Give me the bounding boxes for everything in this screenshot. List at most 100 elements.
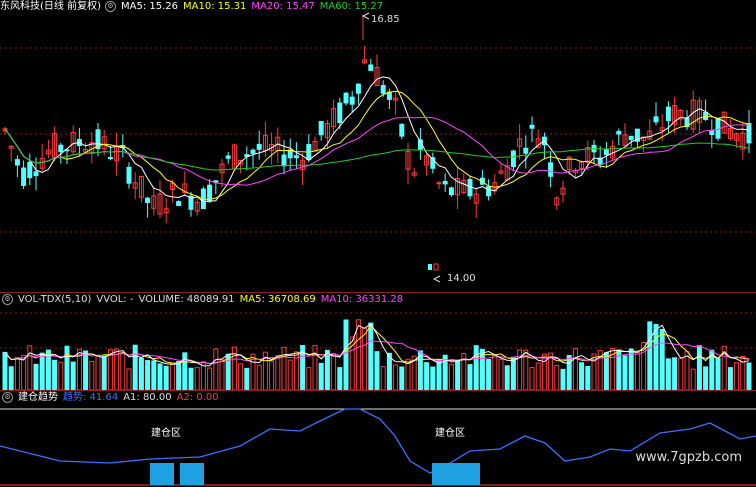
- candlestick: [14, 159, 20, 166]
- volume-bar: [659, 328, 665, 390]
- volume-bar: [554, 364, 560, 390]
- volume-bar: [504, 365, 510, 390]
- volume-bar: [510, 356, 516, 390]
- volume-bar: [362, 327, 368, 390]
- volume-readout: VOLUME: 48089.91: [138, 294, 235, 305]
- volume-bar: [579, 362, 585, 390]
- indicator-settings-icon[interactable]: ⚙: [2, 391, 13, 403]
- volume-bar: [188, 367, 194, 390]
- volume-bar: [393, 364, 399, 390]
- volume-header: ⚙ VOL-TDX(5,10) VVOL: - VOLUME: 48089.91 MA5…: [0, 293, 408, 307]
- volume-bar: [436, 359, 442, 390]
- volume-bar: [647, 321, 653, 390]
- volume-bar: [138, 357, 144, 390]
- volume-bar: [8, 366, 14, 390]
- volume-bar: [622, 355, 628, 390]
- volume-bar: [374, 351, 380, 390]
- volume-bar: [541, 353, 547, 390]
- settings-toggle-icon[interactable]: ⚙: [104, 0, 116, 12]
- volume-bar: [368, 322, 374, 390]
- candlestick: [225, 155, 231, 159]
- volume-bar: [696, 345, 702, 390]
- candlestick: [616, 130, 622, 135]
- volume-bar: [163, 365, 169, 390]
- ma10-readout: MA10: 15.31: [183, 1, 247, 12]
- candlestick: [548, 162, 554, 177]
- volume-bar: [535, 362, 541, 390]
- volume-bar: [244, 367, 250, 390]
- indicator-panel[interactable]: ⚙ 建仓趋势 趋势: 41.64 A1: 80.00 A2: 0.00 建仓区 建仓区: [0, 391, 756, 487]
- candlestick: [256, 143, 262, 150]
- volume-bar: [746, 362, 752, 390]
- volume-bar: [2, 351, 8, 390]
- accumulation-zone-label: 建仓区: [151, 428, 181, 439]
- volume-indicator-title: VOL-TDX(5,10): [18, 294, 92, 305]
- volume-bar: [83, 350, 89, 390]
- ma60-readout: MA60: 15.27: [319, 1, 384, 12]
- a1-readout: A1: 80.00: [123, 392, 172, 403]
- trend-readout: 趋势: 41.64: [63, 392, 119, 403]
- volume-bar: [560, 368, 566, 390]
- volume-bar: [89, 360, 95, 390]
- candlestick: [107, 156, 113, 159]
- low-marker-arrow: [432, 275, 441, 283]
- volume-bar: [734, 362, 740, 390]
- volume-bar: [287, 359, 293, 390]
- volume-bar: [207, 367, 213, 390]
- candlestick: [126, 166, 132, 184]
- volume-bar: [727, 367, 733, 390]
- volume-bar: [157, 363, 163, 390]
- volume-bar: [21, 354, 27, 390]
- candlestick: [510, 150, 516, 168]
- candlestick: [442, 180, 448, 185]
- volume-bar: [318, 362, 324, 390]
- candlestick: [337, 102, 343, 124]
- volume-bar: [64, 345, 70, 390]
- low-candle: [428, 264, 432, 270]
- volume-chart[interactable]: [0, 293, 756, 390]
- volume-panel[interactable]: ⚙ VOL-TDX(5,10) VVOL: - VOLUME: 48089.91 MA5…: [0, 293, 756, 390]
- low-price-label: 14.00: [447, 273, 476, 284]
- volume-bar: [182, 352, 188, 390]
- candlestick: [355, 83, 361, 94]
- volume-bar: [256, 364, 262, 390]
- volume-bar: [703, 366, 709, 390]
- volume-bar: [628, 348, 634, 390]
- volume-bar: [58, 361, 64, 390]
- volume-bar: [486, 359, 492, 390]
- volume-settings-icon[interactable]: ⚙: [2, 293, 13, 305]
- volume-bar: [39, 352, 45, 390]
- candlestick: [145, 197, 151, 203]
- ma20-readout: MA20: 15.47: [251, 1, 315, 12]
- accumulation-zone-label: 建仓区: [435, 428, 465, 439]
- candlestick: [176, 201, 182, 207]
- volume-bar: [653, 323, 659, 390]
- volume-bar: [306, 367, 312, 390]
- candlestick: [21, 167, 27, 186]
- volume-bar: [213, 348, 219, 390]
- volume-bar: [33, 363, 39, 390]
- ma5-readout: MA5: 15.26: [120, 1, 178, 12]
- indicator-chart[interactable]: [0, 391, 756, 487]
- volume-bar: [678, 357, 684, 390]
- a2-readout: A2: 0.00: [176, 392, 219, 403]
- high-price-label: 16.85: [371, 14, 400, 25]
- volume-bar: [529, 367, 535, 390]
- price-chart[interactable]: [0, 0, 756, 292]
- volume-bar: [684, 351, 690, 390]
- volume-bar: [120, 352, 126, 390]
- price-panel[interactable]: 东风科技(日线 前复权) ⚙ MA5: 15.26 MA10: 15.31 MA20: …: [0, 0, 756, 292]
- volume-bar: [52, 359, 58, 390]
- volume-bar: [380, 366, 386, 390]
- volume-bar: [337, 367, 343, 390]
- volume-bar: [14, 356, 20, 390]
- volume-bar: [672, 357, 678, 390]
- volume-bar: [114, 348, 120, 390]
- candlestick: [58, 144, 64, 153]
- candlestick: [448, 187, 454, 196]
- volume-bar: [275, 355, 281, 390]
- candlestick: [281, 154, 287, 167]
- volume-bar: [126, 368, 132, 390]
- candlestick: [343, 92, 349, 104]
- volume-bar: [467, 364, 473, 390]
